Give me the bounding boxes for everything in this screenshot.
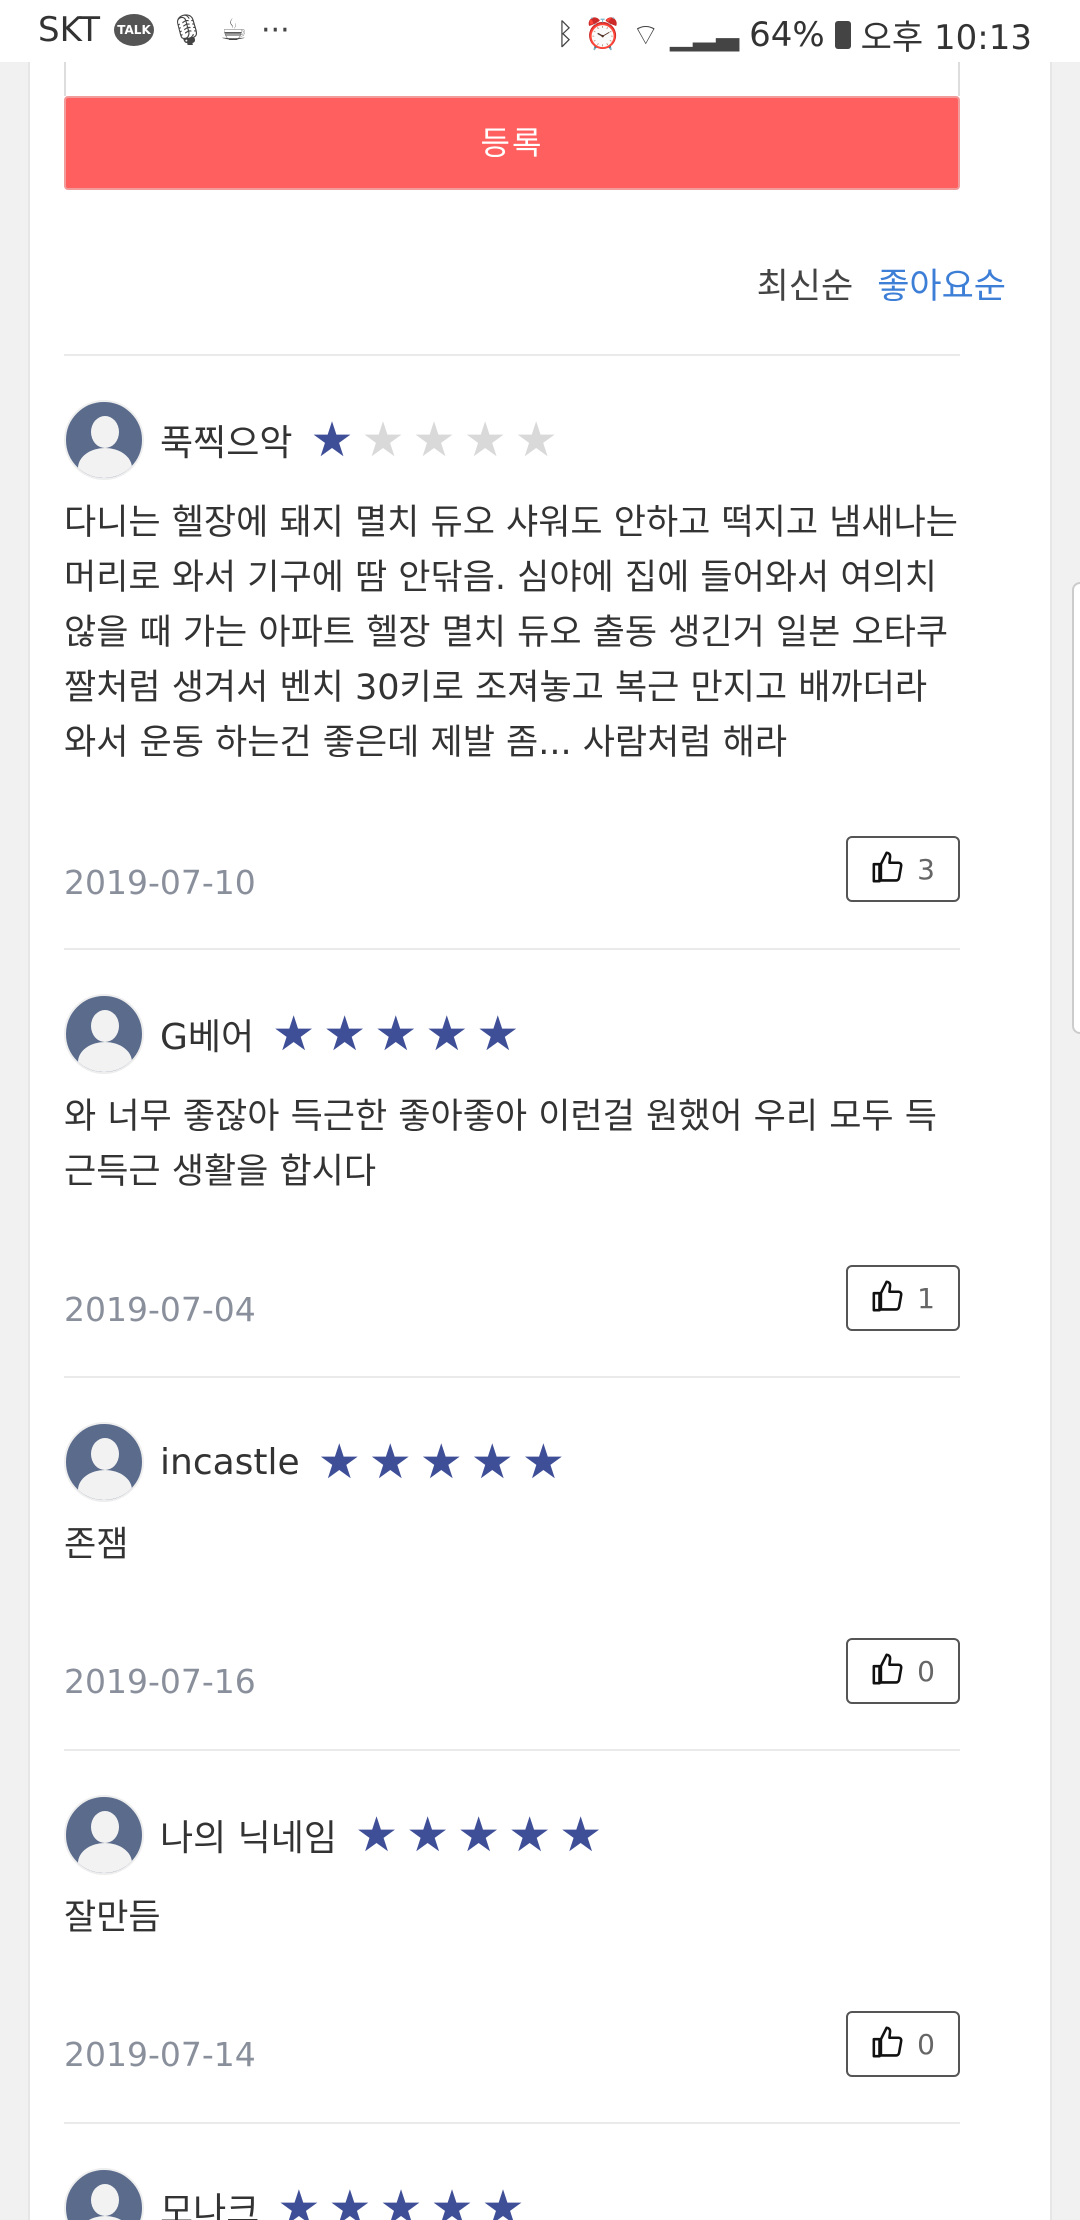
star-filled-icon: ★ bbox=[328, 2180, 372, 2220]
review-date: 2019-07-14 bbox=[64, 2035, 256, 2074]
divider bbox=[64, 354, 960, 356]
star-filled-icon: ★ bbox=[323, 1006, 367, 1062]
star-empty-icon: ★ bbox=[514, 412, 558, 468]
screen: SKT TALK 🎙 ☕ ··· ᛒ ⏰ ⌔ ▁▂▃ 64% 오후 10:13 … bbox=[0, 0, 1080, 2220]
star-filled-icon: ★ bbox=[406, 1807, 450, 1863]
star-filled-icon: ★ bbox=[272, 1006, 316, 1062]
star-filled-icon: ★ bbox=[317, 1434, 361, 1490]
status-bar: SKT TALK 🎙 ☕ ··· ᛒ ⏰ ⌔ ▁▂▃ 64% 오후 10:13 bbox=[0, 0, 1080, 62]
signal-icon: ▁▂▃ bbox=[669, 17, 740, 52]
bluetooth-icon: ᛒ bbox=[556, 17, 575, 52]
kakaotalk-icon: TALK bbox=[114, 14, 155, 46]
rating-stars: ★ ★ ★ ★ ★ bbox=[318, 1438, 565, 1486]
star-filled-icon: ★ bbox=[355, 1807, 399, 1863]
review-nickname: incastle bbox=[160, 1441, 300, 1483]
notification-icon: ☕ bbox=[220, 12, 248, 48]
review-text: 존잼 bbox=[64, 1525, 129, 1565]
battery-percent: 64% bbox=[749, 14, 825, 55]
star-filled-icon: ★ bbox=[374, 1006, 418, 1062]
battery-icon bbox=[834, 20, 851, 49]
like-count: 3 bbox=[917, 852, 935, 886]
avatar bbox=[64, 1422, 144, 1502]
sort-options: 최신순 좋아요순 bbox=[757, 258, 1006, 309]
edge-panel-handle[interactable] bbox=[1072, 582, 1080, 1034]
star-filled-icon: ★ bbox=[508, 1807, 552, 1863]
more-notifications-icon: ··· bbox=[261, 12, 290, 48]
review-date: 2019-07-16 bbox=[64, 1662, 256, 1701]
review-header: 푹찍으악 ★ ★ ★ ★ ★ bbox=[64, 398, 558, 482]
wifi-icon: ⌔ bbox=[631, 17, 660, 53]
divider bbox=[64, 2122, 960, 2124]
clock: 오후 10:13 bbox=[860, 18, 1032, 58]
review-item: 푹찍으악 ★ ★ ★ ★ ★ 다니는 헬장에 돼지 멸치 듀오 샤워도 안하고 떡지고 … bbox=[64, 398, 960, 918]
sort-latest-button[interactable]: 최신순 bbox=[757, 258, 854, 309]
like-button[interactable]: 0 bbox=[846, 1638, 960, 1704]
divider bbox=[64, 1749, 960, 1751]
thumbs-up-icon bbox=[871, 1279, 905, 1317]
divider bbox=[64, 948, 960, 950]
rating-stars: ★ ★ ★ ★ ★ bbox=[272, 1010, 519, 1058]
star-empty-icon: ★ bbox=[412, 412, 456, 468]
avatar bbox=[64, 2168, 144, 2220]
star-filled-icon: ★ bbox=[476, 1006, 520, 1062]
microphone-icon: 🎙 bbox=[168, 12, 207, 48]
thumbs-up-icon bbox=[871, 850, 905, 888]
star-filled-icon: ★ bbox=[470, 1434, 514, 1490]
review-text: 잘만듬 bbox=[64, 1898, 161, 1938]
review-date: 2019-07-10 bbox=[64, 863, 256, 902]
review-nickname: 푹찍으악 bbox=[160, 423, 293, 464]
review-item: 나의 닉네임 ★ ★ ★ ★ ★ 잘만듬 2019-07-14 0 bbox=[64, 1793, 960, 2093]
submit-button[interactable]: 등록 bbox=[64, 96, 960, 190]
star-empty-icon: ★ bbox=[463, 412, 507, 468]
star-filled-icon: ★ bbox=[457, 1807, 501, 1863]
star-filled-icon: ★ bbox=[430, 2180, 474, 2220]
review-nickname: 모나크 bbox=[160, 2191, 260, 2220]
review-date: 2019-07-04 bbox=[64, 1290, 256, 1329]
like-count: 0 bbox=[917, 2027, 935, 2061]
star-filled-icon: ★ bbox=[379, 2180, 423, 2220]
star-filled-icon: ★ bbox=[521, 1434, 565, 1490]
star-filled-icon: ★ bbox=[559, 1807, 603, 1863]
review-item: incastle ★ ★ ★ ★ ★ 존잼 2019-07-16 0 bbox=[64, 1420, 960, 1720]
avatar bbox=[64, 1795, 144, 1875]
rating-stars: ★ ★ ★ ★ ★ bbox=[277, 2184, 524, 2220]
sort-popular-button[interactable]: 좋아요순 bbox=[877, 258, 1006, 309]
review-text: 와 너무 좋잖아 득근한 좋아좋아 이런걸 원했어 우리 모두 득근득근 생활을… bbox=[64, 1097, 937, 1192]
like-count: 1 bbox=[917, 1281, 935, 1315]
rating-stars: ★ ★ ★ ★ ★ bbox=[355, 1811, 602, 1859]
star-filled-icon: ★ bbox=[310, 412, 354, 468]
alarm-icon: ⏰ bbox=[584, 17, 622, 52]
status-left: SKT TALK 🎙 ☕ ··· bbox=[38, 10, 290, 50]
like-button[interactable]: 3 bbox=[846, 836, 960, 902]
review-header: 모나크 ★ ★ ★ ★ ★ bbox=[64, 2166, 525, 2220]
star-filled-icon: ★ bbox=[425, 1006, 469, 1062]
star-filled-icon: ★ bbox=[481, 2180, 525, 2220]
review-text: 다니는 헬장에 돼지 멸치 듀오 샤워도 안하고 떡지고 냄새나는 머리로 와서… bbox=[64, 503, 959, 763]
review-nickname: G베어 bbox=[160, 1017, 255, 1058]
review-header: 나의 닉네임 ★ ★ ★ ★ ★ bbox=[64, 1793, 602, 1877]
status-right: ᛒ ⏰ ⌔ ▁▂▃ 64% 오후 10:13 bbox=[556, 10, 1032, 59]
review-header: incastle ★ ★ ★ ★ ★ bbox=[64, 1420, 565, 1504]
avatar bbox=[64, 400, 144, 480]
like-button[interactable]: 0 bbox=[846, 2011, 960, 2077]
review-item: G베어 ★ ★ ★ ★ ★ 와 너무 좋잖아 득근한 좋아좋아 이런걸 원했어 우리 모… bbox=[64, 992, 960, 1332]
like-button[interactable]: 1 bbox=[846, 1265, 960, 1331]
review-nickname: 나의 닉네임 bbox=[160, 1818, 338, 1859]
divider bbox=[64, 1376, 960, 1378]
review-input-bottom-edge[interactable] bbox=[64, 62, 960, 96]
star-filled-icon: ★ bbox=[368, 1434, 412, 1490]
star-filled-icon: ★ bbox=[419, 1434, 463, 1490]
rating-stars: ★ ★ ★ ★ ★ bbox=[310, 416, 557, 464]
review-header: G베어 ★ ★ ★ ★ ★ bbox=[64, 992, 519, 1076]
like-count: 0 bbox=[917, 1654, 935, 1688]
star-empty-icon: ★ bbox=[361, 412, 405, 468]
star-filled-icon: ★ bbox=[277, 2180, 321, 2220]
review-item: 모나크 ★ ★ ★ ★ ★ bbox=[64, 2166, 960, 2220]
thumbs-up-icon bbox=[871, 1652, 905, 1690]
thumbs-up-icon bbox=[871, 2025, 905, 2063]
carrier-label: SKT bbox=[38, 10, 101, 50]
avatar bbox=[64, 994, 144, 1074]
